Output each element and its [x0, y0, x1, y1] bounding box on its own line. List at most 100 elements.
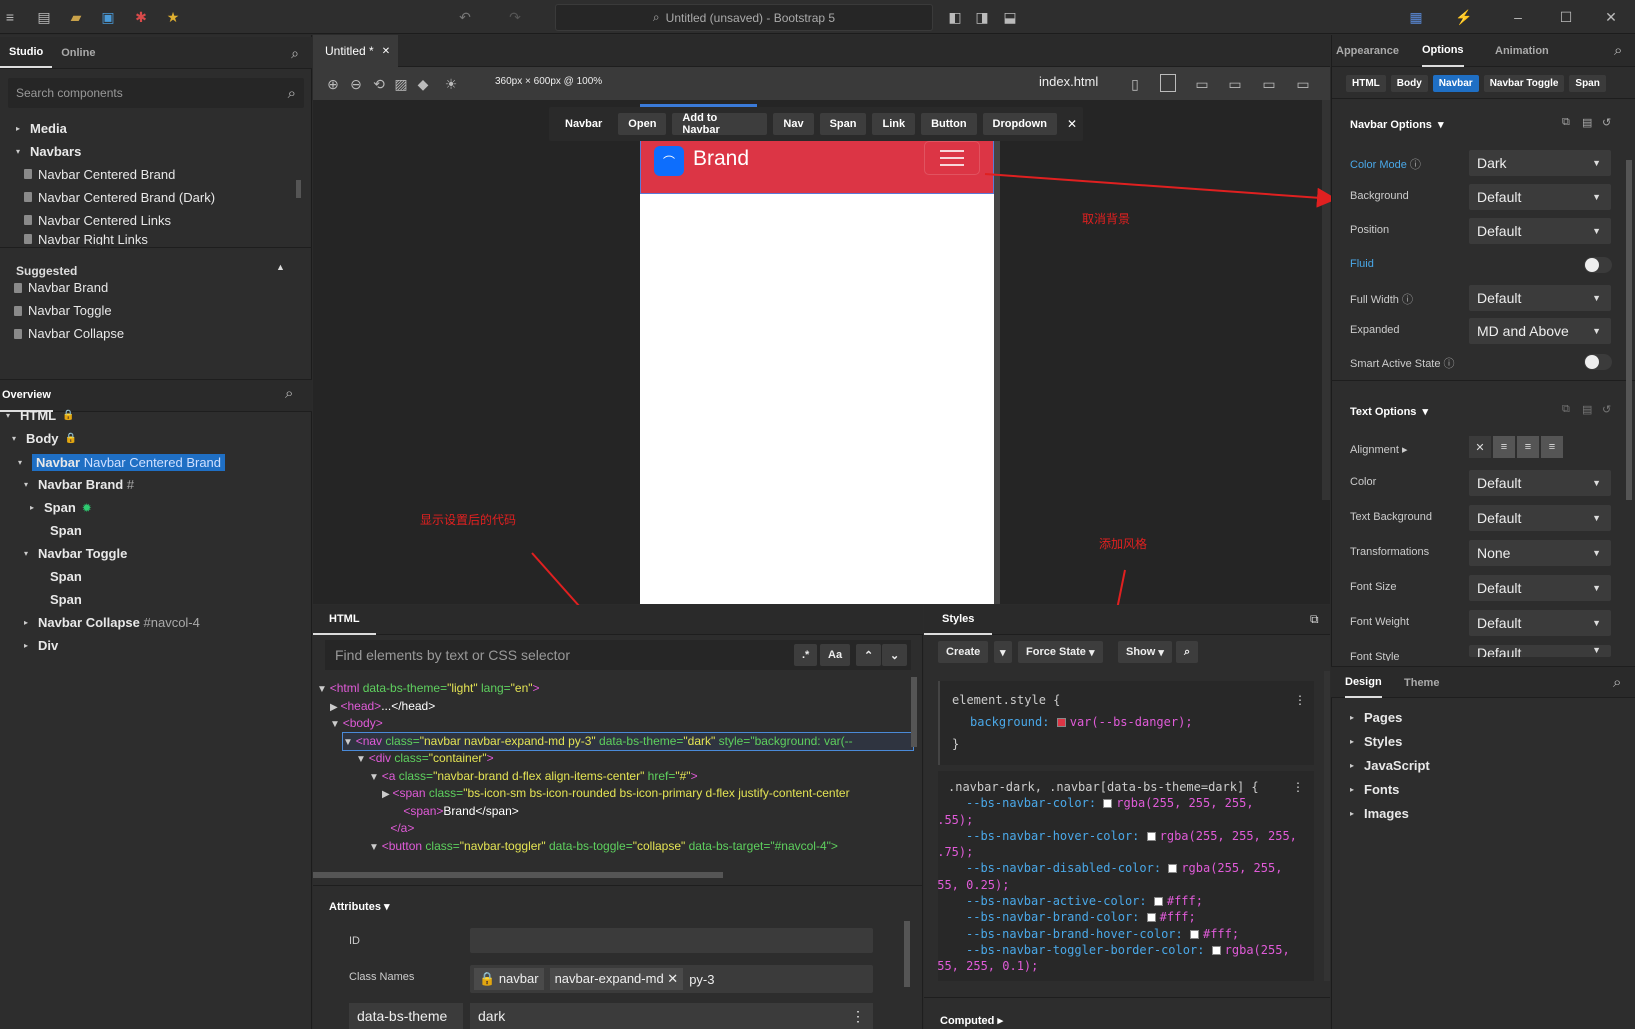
- settings-icon[interactable]: ✱: [131, 7, 151, 27]
- option-select[interactable]: Default ▼: [1469, 470, 1611, 496]
- css-declaration[interactable]: --bs-navbar-brand-color: #fff;: [948, 909, 1304, 925]
- html-line[interactable]: ▶ <head>...</head>: [330, 698, 913, 715]
- component-item[interactable]: Navbar Centered Brand: [24, 164, 175, 184]
- css-declaration[interactable]: --bs-navbar-disabled-color: rgba(255, 25…: [948, 860, 1304, 876]
- expand-icon[interactable]: ▸: [1350, 785, 1358, 794]
- phone-icon[interactable]: ▯: [1125, 74, 1145, 94]
- html-line[interactable]: ▶ <span class="bs-icon-sm bs-icon-rounde…: [382, 785, 913, 802]
- option-select[interactable]: Default ▼: [1469, 184, 1611, 210]
- tab-theme[interactable]: Theme: [1404, 667, 1439, 698]
- styles-tab[interactable]: Styles: [924, 605, 993, 635]
- menu-icon[interactable]: ≡: [0, 7, 20, 27]
- html-line[interactable]: ▼ <html data-bs-theme="light" lang="en">: [317, 680, 913, 697]
- context-add-to-navbar-button[interactable]: Add to Navbar: [672, 112, 768, 136]
- option-select[interactable]: Default ▼: [1469, 575, 1611, 601]
- preview-icon[interactable]: ▦: [1406, 7, 1426, 27]
- design-item[interactable]: ▸ Pages: [1350, 710, 1402, 725]
- export-icon[interactable]: ⚡: [1454, 7, 1474, 27]
- crumb-span[interactable]: Span: [1569, 75, 1606, 92]
- context-link-button[interactable]: Link: [872, 113, 916, 135]
- expand-icon[interactable]: ▾: [16, 147, 24, 156]
- overview-item[interactable]: ▸ Div: [24, 638, 58, 653]
- file-select[interactable]: index.html: [1039, 74, 1098, 89]
- css-declaration[interactable]: --bs-navbar-toggler-border-color: rgba(2…: [948, 942, 1304, 958]
- popout-icon[interactable]: ⧉: [1310, 612, 1319, 627]
- scrollbar[interactable]: [904, 921, 910, 987]
- star-icon[interactable]: ★: [163, 7, 183, 27]
- suggested-item[interactable]: Navbar Collapse: [14, 326, 124, 341]
- scrollbar[interactable]: [911, 677, 917, 747]
- brand-text[interactable]: Brand: [693, 147, 749, 171]
- h-scrollbar[interactable]: [313, 872, 723, 878]
- option-select[interactable]: None ▼: [1469, 540, 1611, 566]
- color-swatch[interactable]: [1103, 799, 1113, 809]
- expand-icon[interactable]: ▾: [24, 549, 32, 558]
- left-panel-toggle-icon[interactable]: ◧: [945, 7, 965, 27]
- html-line[interactable]: ▼ <a class="navbar-brand d-flex align-it…: [369, 768, 913, 785]
- maximize-icon[interactable]: ☐: [1556, 7, 1576, 27]
- save-icon[interactable]: ▣: [98, 7, 118, 27]
- create-button[interactable]: Create: [938, 641, 989, 663]
- component-item[interactable]: Navbar Centered Brand (Dark): [24, 187, 215, 207]
- color-swatch[interactable]: [1211, 945, 1221, 955]
- toggler-button[interactable]: [924, 141, 980, 175]
- crumb-body[interactable]: Body: [1390, 75, 1428, 92]
- collapse-icon[interactable]: ▲: [276, 262, 285, 272]
- expand-icon[interactable]: ▸: [16, 124, 24, 133]
- id-input[interactable]: [470, 928, 873, 953]
- option-select[interactable]: Default ▼: [1469, 218, 1611, 244]
- design-item[interactable]: ▸ JavaScript: [1350, 758, 1430, 773]
- search-icon[interactable]: ⌕: [285, 43, 305, 63]
- resize-handle[interactable]: [994, 140, 1000, 604]
- layers-icon[interactable]: ◆: [413, 74, 433, 94]
- expand-icon[interactable]: ▶: [382, 789, 392, 800]
- html-line[interactable]: <span>Brand</span>: [395, 803, 913, 820]
- component-item[interactable]: ▾ Navbars: [16, 141, 81, 161]
- zoom-in-icon[interactable]: ⊕: [323, 74, 343, 94]
- color-swatch[interactable]: [1189, 929, 1199, 939]
- align-left-icon[interactable]: ≡: [1493, 436, 1515, 458]
- redo-icon[interactable]: ↷: [505, 7, 525, 27]
- component-search-input[interactable]: Search components ⌕: [8, 78, 304, 108]
- expand-icon[interactable]: ▼: [343, 737, 356, 748]
- search-icon[interactable]: ⌕: [285, 385, 293, 402]
- expand-icon[interactable]: ▼: [369, 772, 382, 783]
- tab-untitled[interactable]: Untitled * ✕: [313, 35, 398, 67]
- paste-icon[interactable]: ▤: [1582, 403, 1592, 416]
- undo-icon[interactable]: ↶: [455, 7, 475, 27]
- suggested-item[interactable]: Navbar Brand: [14, 280, 108, 295]
- minimize-icon[interactable]: –: [1508, 7, 1528, 27]
- desktop-icon[interactable]: ▭: [1259, 74, 1279, 94]
- wide-desktop-icon[interactable]: ▭: [1293, 74, 1313, 94]
- navbar-preview[interactable]: ⌒ Brand: [640, 140, 994, 194]
- css-declaration[interactable]: --bs-navbar-active-color: #fff;: [948, 893, 1304, 909]
- design-item[interactable]: ▸ Images: [1350, 806, 1409, 821]
- tab-studio[interactable]: Studio: [0, 37, 53, 68]
- navbar-options-title[interactable]: Navbar Options ▾: [1350, 118, 1444, 131]
- copy-icon[interactable]: ⧉: [1562, 116, 1570, 129]
- more-icon[interactable]: ⋮: [1294, 689, 1306, 711]
- expand-icon[interactable]: ▼: [317, 684, 330, 695]
- color-swatch[interactable]: [1146, 913, 1156, 923]
- tab-animation[interactable]: Animation: [1495, 35, 1549, 67]
- tab-design[interactable]: Design: [1345, 667, 1382, 698]
- option-select[interactable]: Default ▼: [1469, 645, 1611, 657]
- search-icon[interactable]: ⌕: [1614, 42, 1622, 59]
- reset-icon[interactable]: ↺: [1602, 116, 1611, 129]
- bottom-panel-toggle-icon[interactable]: ⬓: [1000, 7, 1020, 27]
- open-folder-icon[interactable]: ▰: [66, 7, 86, 27]
- context-button-button[interactable]: Button: [921, 113, 977, 135]
- css-declaration[interactable]: --bs-navbar-color: rgba(255, 255, 255,: [948, 795, 1304, 811]
- force-state-button[interactable]: Force State ▾: [1018, 641, 1103, 663]
- expand-icon[interactable]: ▸: [30, 503, 38, 512]
- help-icon[interactable]: ⓘ: [1440, 358, 1455, 370]
- computed-title[interactable]: Computed ▸: [940, 1014, 1003, 1027]
- overview-item[interactable]: ▾ Body 🔒: [12, 431, 77, 446]
- component-item[interactable]: ▸ Media: [16, 118, 67, 138]
- brightness-icon[interactable]: ☀: [441, 74, 461, 94]
- expand-icon[interactable]: ▼: [369, 842, 382, 853]
- overview-item[interactable]: Span: [36, 592, 82, 607]
- expand-icon[interactable]: ▾: [18, 458, 26, 467]
- html-tab[interactable]: HTML: [313, 605, 376, 635]
- expand-icon[interactable]: ▸: [24, 618, 32, 627]
